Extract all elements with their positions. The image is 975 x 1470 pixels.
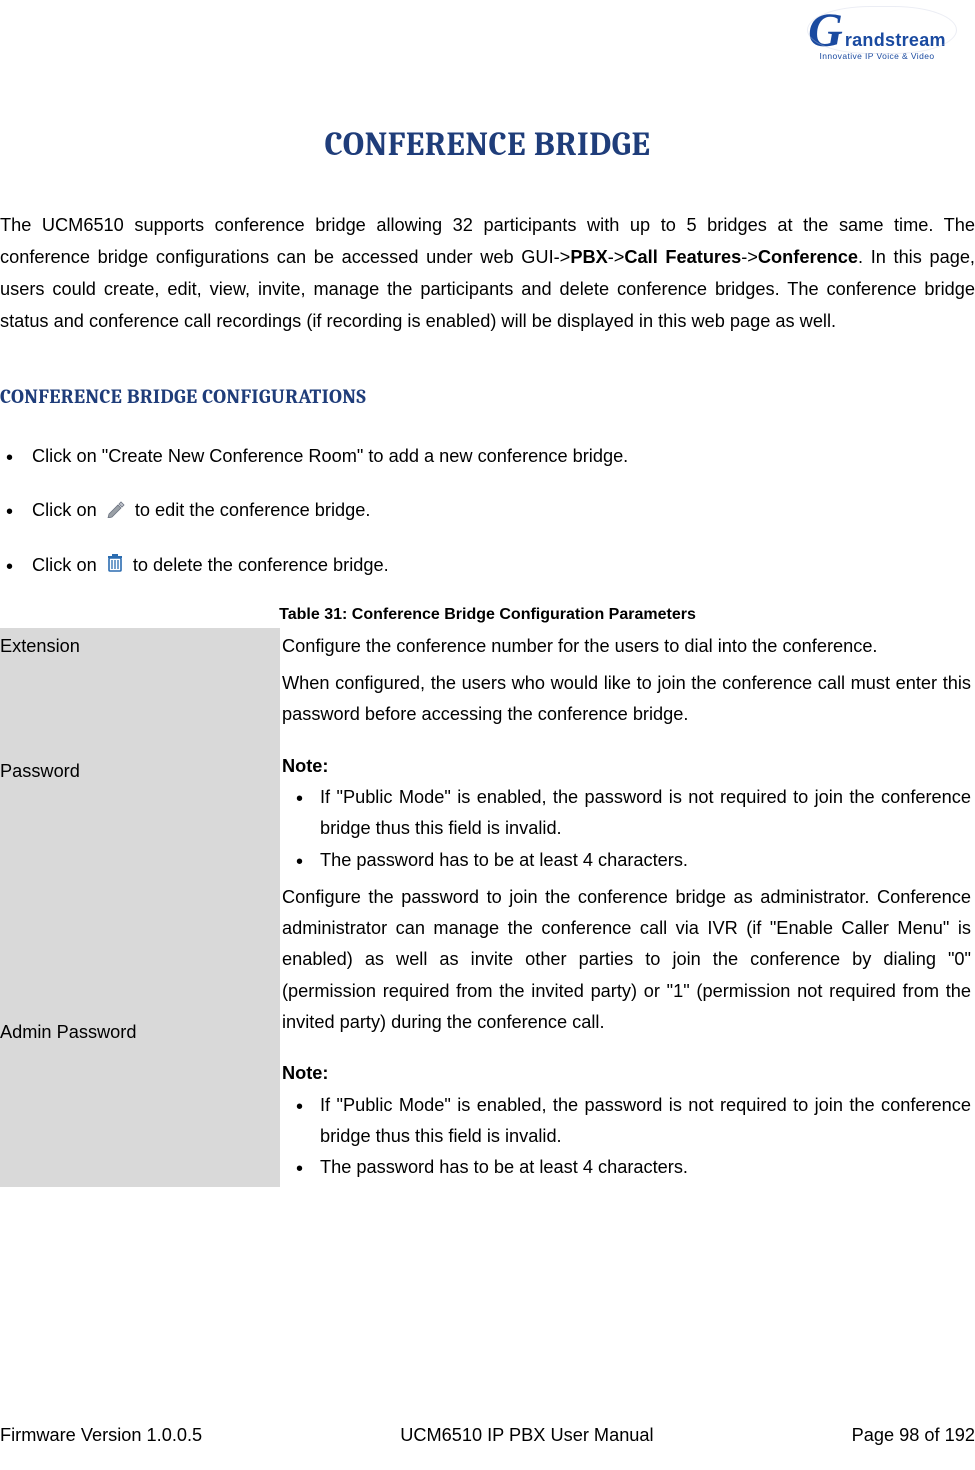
- step-edit-text-after: to edit the conference bridge.: [135, 500, 371, 520]
- step-edit-text-before: Click on: [32, 500, 97, 520]
- table-row: Password When configured, the users who …: [0, 665, 975, 879]
- brand-logo: G randstream Innovative IP Voice & Video: [797, 12, 957, 61]
- list-item: Click on to delete the conference bridge…: [0, 551, 975, 582]
- intro-text-2: ->: [608, 247, 625, 267]
- admin-note-2: The password has to be at least 4 charac…: [320, 1157, 688, 1177]
- brand-logo-name: randstream: [845, 30, 946, 51]
- admin-notes-list: If "Public Mode" is enabled, the passwor…: [282, 1090, 971, 1184]
- page-footer: Firmware Version 1.0.0.5 UCM6510 IP PBX …: [0, 1425, 975, 1446]
- table-row: Extension Configure the conference numbe…: [0, 628, 975, 665]
- content: CONFERENCE BRIDGE The UCM6510 supports c…: [0, 20, 975, 1187]
- note-label: Note:: [282, 751, 971, 782]
- config-params-table: Extension Configure the conference numbe…: [0, 628, 975, 1187]
- page-title: CONFERENCE BRIDGE: [0, 126, 975, 164]
- table-caption: Table 31: Conference Bridge Configuratio…: [0, 606, 975, 624]
- list-item: The password has to be at least 4 charac…: [282, 845, 971, 876]
- note-label: Note:: [282, 1058, 971, 1089]
- footer-manual-title: UCM6510 IP PBX User Manual: [202, 1425, 851, 1446]
- section-heading: CONFERENCE BRIDGE CONFIGURATIONS: [0, 385, 975, 408]
- param-password-key: Password: [0, 665, 280, 879]
- password-note-2: The password has to be at least 4 charac…: [320, 850, 688, 870]
- param-password-val: When configured, the users who would lik…: [280, 665, 975, 879]
- admin-note-1: If "Public Mode" is enabled, the passwor…: [320, 1095, 971, 1146]
- param-extension-val: Configure the conference number for the …: [280, 628, 975, 665]
- intro-text-3: ->: [741, 247, 758, 267]
- list-item: Click on "Create New Conference Room" to…: [0, 442, 975, 471]
- intro-bold-pbx: PBX: [570, 247, 607, 267]
- step-create-text: Click on "Create New Conference Room" to…: [32, 446, 628, 466]
- brand-logo-tagline: Innovative IP Voice & Video: [797, 51, 957, 61]
- list-item: The password has to be at least 4 charac…: [282, 1152, 971, 1183]
- list-item: If "Public Mode" is enabled, the passwor…: [282, 1090, 971, 1153]
- param-extension-key: Extension: [0, 628, 280, 665]
- intro-bold-call-features: Call Features: [624, 247, 741, 267]
- pencil-edit-icon: [106, 498, 126, 527]
- page: G randstream Innovative IP Voice & Video…: [0, 0, 975, 1470]
- password-note-1: If "Public Mode" is enabled, the passwor…: [320, 787, 971, 838]
- param-admin-intro: Configure the password to join the confe…: [282, 887, 971, 1032]
- list-item: Click on to edit the conference bridge.: [0, 496, 975, 527]
- step-delete-text-before: Click on: [32, 555, 97, 575]
- footer-page-number: Page 98 of 192: [852, 1425, 975, 1446]
- param-password-intro: When configured, the users who would lik…: [282, 673, 971, 724]
- password-notes-list: If "Public Mode" is enabled, the passwor…: [282, 782, 971, 876]
- brand-logo-top: G randstream: [797, 12, 957, 51]
- footer-firmware-version: Firmware Version 1.0.0.5: [0, 1425, 202, 1446]
- step-delete-text-after: to delete the conference bridge.: [133, 555, 389, 575]
- config-steps-list: Click on "Create New Conference Room" to…: [0, 442, 975, 581]
- list-item: If "Public Mode" is enabled, the passwor…: [282, 782, 971, 845]
- intro-paragraph: The UCM6510 supports conference bridge a…: [0, 210, 975, 337]
- trash-delete-icon: [106, 553, 124, 582]
- brand-logo-initial: G: [808, 12, 843, 50]
- intro-bold-conference: Conference: [758, 247, 858, 267]
- param-admin-val: Configure the password to join the confe…: [280, 879, 975, 1187]
- table-row: Admin Password Configure the password to…: [0, 879, 975, 1187]
- param-admin-key: Admin Password: [0, 879, 280, 1187]
